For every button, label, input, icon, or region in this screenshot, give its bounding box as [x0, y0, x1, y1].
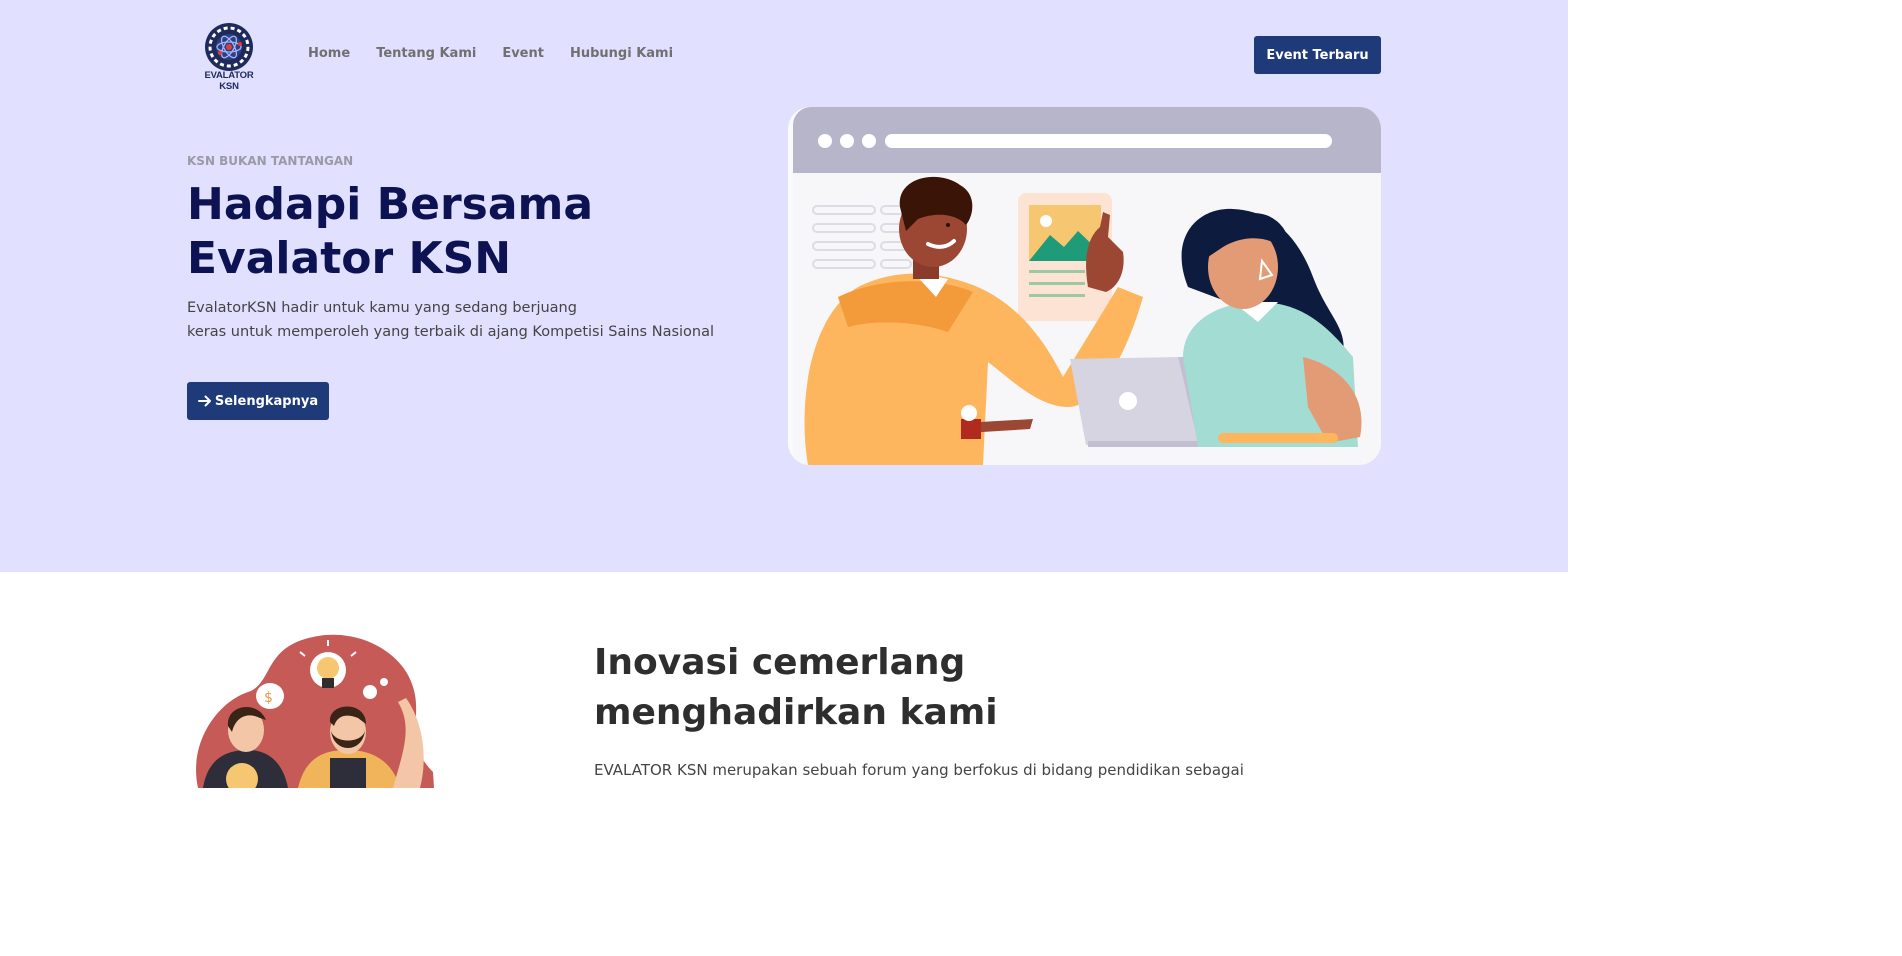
hero-desc-line1: EvalatorKSN hadir untuk kamu yang sedang…	[187, 300, 577, 316]
about-text: EVALATOR KSN merupakan sebuah forum yang…	[594, 761, 1244, 779]
hero-title-line1: Hadapi Bersama	[187, 179, 594, 230]
selengkapnya-label: Selengkapnya	[214, 393, 319, 409]
hero-title: Hadapi Bersama Evalator KSN	[187, 178, 747, 286]
about-title: Inovasi cemerlang menghadirkan kami	[594, 642, 998, 733]
about-section: $ Inovasi cemerlang menghadirkan kami EV…	[0, 572, 1568, 795]
main-nav: Home Tentang Kami Event Hubungi Kami	[308, 46, 673, 61]
hero-section: EVALATOR KSN Home Tentang Kami Event Hub…	[0, 0, 1568, 572]
hero-title-line2: Evalator KSN	[187, 233, 512, 284]
hero-desc-line2: keras untuk memperoleh yang terbaik di a…	[187, 324, 715, 340]
nav-event[interactable]: Event	[502, 46, 544, 61]
hero-eyebrow: KSN BUKAN TANTANGAN	[187, 154, 354, 168]
svg-text:$: $	[264, 690, 273, 706]
innovation-illustration: $	[188, 632, 438, 795]
hero-description: EvalatorKSN hadir untuk kamu yang sedang…	[187, 296, 747, 344]
nav-home[interactable]: Home	[308, 46, 350, 61]
nav-tentang-kami[interactable]: Tentang Kami	[376, 46, 476, 61]
event-terbaru-button[interactable]: Event Terbaru	[1254, 36, 1381, 74]
logo-emblem-icon	[205, 23, 253, 71]
nav-hubungi-kami[interactable]: Hubungi Kami	[570, 46, 673, 61]
logo-text: EVALATOR KSN	[204, 70, 254, 92]
arrow-right-icon	[197, 395, 211, 407]
hero-illustration	[788, 107, 1381, 465]
selengkapnya-button[interactable]: Selengkapnya	[187, 382, 329, 420]
evalator-logo[interactable]: EVALATOR KSN	[198, 22, 260, 92]
